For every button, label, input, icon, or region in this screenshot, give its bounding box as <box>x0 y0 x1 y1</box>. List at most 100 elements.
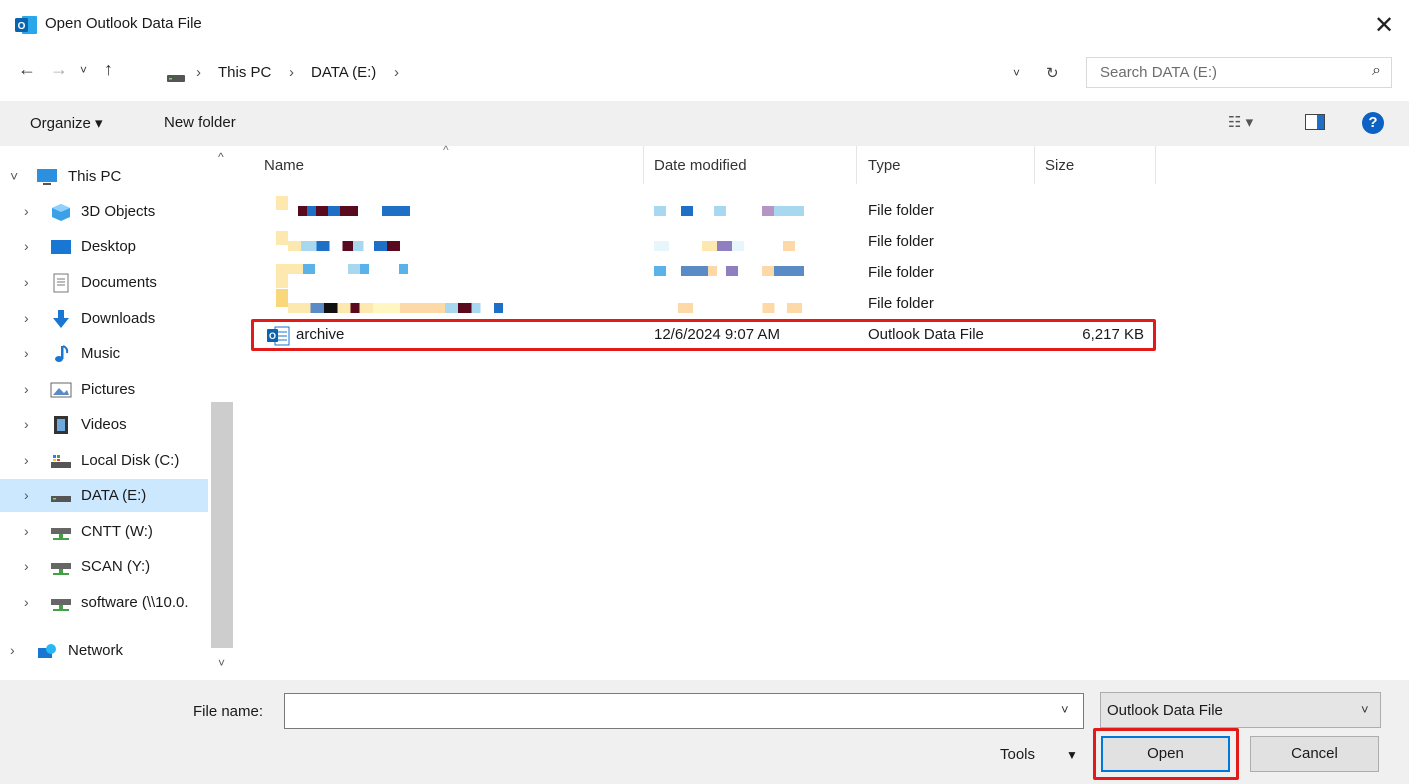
monitor-icon <box>36 167 58 187</box>
sidebar-item-3d-objects[interactable]: › 3D Objects <box>0 195 208 228</box>
chevron-right-icon[interactable]: › <box>24 416 29 432</box>
sidebar-item-label: Local Disk (C:) <box>81 452 180 469</box>
file-type: File folder <box>868 202 934 219</box>
sidebar-item-cntt-w[interactable]: › CNTT (W:) <box>0 515 208 548</box>
sidebar-item-videos[interactable]: › Videos <box>0 408 208 441</box>
open-button[interactable]: Open <box>1101 736 1230 772</box>
sidebar-item-documents[interactable]: › Documents <box>0 266 208 299</box>
network-drive-icon <box>50 522 72 542</box>
chevron-right-icon[interactable]: › <box>24 203 29 219</box>
column-header-size[interactable]: Size <box>1045 157 1074 174</box>
scrollbar-thumb[interactable] <box>211 402 233 648</box>
desktop-icon <box>50 237 72 257</box>
obscured-folder-name <box>382 206 410 216</box>
search-icon[interactable]: ⌕ <box>1372 62 1381 80</box>
sidebar-item-this-pc[interactable]: ˅ This PC <box>0 160 208 193</box>
sidebar-item-label: Pictures <box>81 381 136 398</box>
close-button[interactable]: ✕ <box>1366 8 1402 44</box>
sidebar-item-label: CNTT (W:) <box>81 523 153 540</box>
chevron-right-icon[interactable]: › <box>24 594 29 610</box>
sidebar-item-software[interactable]: › software (\\10.0. <box>0 586 208 619</box>
obscured-folder-name <box>288 264 438 274</box>
expanded-chevron-icon[interactable]: ˅ <box>10 168 18 184</box>
outlook-icon: O <box>14 13 38 37</box>
filter-dropdown-icon[interactable]: ˅ <box>1361 702 1369 717</box>
refresh-icon[interactable]: ↻ <box>1046 64 1059 82</box>
chevron-right-icon[interactable]: › <box>10 642 15 658</box>
sidebar-item-pictures[interactable]: › Pictures <box>0 373 208 406</box>
sidebar-item-label: Videos <box>81 416 127 433</box>
cube-icon <box>50 202 72 222</box>
sidebar-item-desktop[interactable]: › Desktop <box>0 230 208 263</box>
sidebar-item-label: Music <box>81 345 121 362</box>
folder-row[interactable]: File folder <box>250 227 1158 258</box>
chevron-right-icon[interactable]: › <box>24 345 29 361</box>
svg-text:O: O <box>18 21 26 32</box>
folder-row[interactable]: File folder <box>250 196 1158 227</box>
document-icon <box>50 273 72 293</box>
forward-button[interactable]: → <box>50 59 68 80</box>
breadcrumb-separator: › <box>289 64 294 81</box>
folder-icon <box>276 196 288 210</box>
up-button[interactable]: ↑ <box>104 59 113 80</box>
chevron-right-icon[interactable]: › <box>24 238 29 254</box>
address-dropdown-icon[interactable]: ˅ <box>1013 66 1020 80</box>
scroll-up-icon[interactable]: ^ <box>218 150 224 164</box>
column-divider[interactable] <box>1034 146 1035 184</box>
column-divider[interactable] <box>643 146 644 184</box>
sidebar-item-data-e[interactable]: › DATA (E:) <box>0 479 208 512</box>
sidebar-item-scan-y[interactable]: › SCAN (Y:) <box>0 550 208 583</box>
folder-row[interactable]: File folder <box>250 258 1158 289</box>
chevron-right-icon[interactable]: › <box>24 381 29 397</box>
sidebar-item-network[interactable]: › Network <box>0 634 208 667</box>
drive-icon <box>50 486 72 506</box>
column-divider[interactable] <box>856 146 857 184</box>
breadcrumb-this-pc[interactable]: This PC <box>218 64 271 81</box>
sidebar-item-local-disk-c[interactable]: › Local Disk (C:) <box>0 444 208 477</box>
network-drive-icon <box>50 593 72 613</box>
recent-locations-button[interactable]: ˅ <box>80 63 87 77</box>
sidebar-item-music[interactable]: › Music <box>0 337 208 370</box>
pictures-icon <box>50 380 72 400</box>
folder-icon <box>276 231 288 245</box>
drive-icon <box>167 70 185 82</box>
sidebar-item-label: SCAN (Y:) <box>81 558 151 575</box>
column-divider[interactable] <box>1155 146 1156 184</box>
chevron-right-icon[interactable]: › <box>24 452 29 468</box>
help-icon[interactable]: ? <box>1362 112 1384 134</box>
back-button[interactable]: ← <box>18 59 36 80</box>
chevron-right-icon[interactable]: › <box>24 274 29 290</box>
tools-dropdown-icon[interactable]: ▼ <box>1066 748 1078 762</box>
chevron-right-icon[interactable]: › <box>24 487 29 503</box>
sort-ascending-icon: ^ <box>443 143 449 157</box>
sidebar-item-label: software (\\10.0. <box>81 594 189 611</box>
sidebar-item-downloads[interactable]: › Downloads <box>0 302 208 335</box>
organize-button[interactable]: Organize ▾ <box>30 114 103 132</box>
scroll-down-icon[interactable]: ˅ <box>218 656 225 670</box>
column-header-type[interactable]: Type <box>868 157 901 174</box>
address-bar[interactable] <box>156 58 1078 90</box>
tools-button[interactable]: Tools <box>1000 746 1035 763</box>
obscured-folder-name <box>298 206 358 216</box>
file-name-dropdown-icon[interactable]: ˅ <box>1061 702 1069 717</box>
view-options-icon[interactable]: ☷ ▾ <box>1228 113 1253 131</box>
local-disk-icon <box>50 451 72 471</box>
breadcrumb-separator: › <box>394 64 399 81</box>
column-header-name[interactable]: Name <box>264 157 304 174</box>
cancel-button[interactable]: Cancel <box>1250 736 1379 772</box>
column-header-date-modified[interactable]: Date modified <box>654 157 747 174</box>
file-name-input[interactable] <box>284 693 1084 729</box>
network-drive-icon <box>50 557 72 577</box>
chevron-right-icon[interactable]: › <box>24 523 29 539</box>
folder-row[interactable]: File folder <box>250 289 1158 320</box>
breadcrumb-data-e[interactable]: DATA (E:) <box>311 64 376 81</box>
preview-pane-icon[interactable] <box>1305 114 1325 130</box>
title-bar <box>0 0 1409 52</box>
navigation-pane: ˅ This PC › 3D Objects › Desktop › Docum… <box>0 146 233 680</box>
videos-icon <box>50 415 72 435</box>
breadcrumb-separator: › <box>196 64 201 81</box>
new-folder-button[interactable]: New folder <box>164 114 236 131</box>
highlight-box-archive <box>251 319 1156 351</box>
chevron-right-icon[interactable]: › <box>24 310 29 326</box>
chevron-right-icon[interactable]: › <box>24 558 29 574</box>
